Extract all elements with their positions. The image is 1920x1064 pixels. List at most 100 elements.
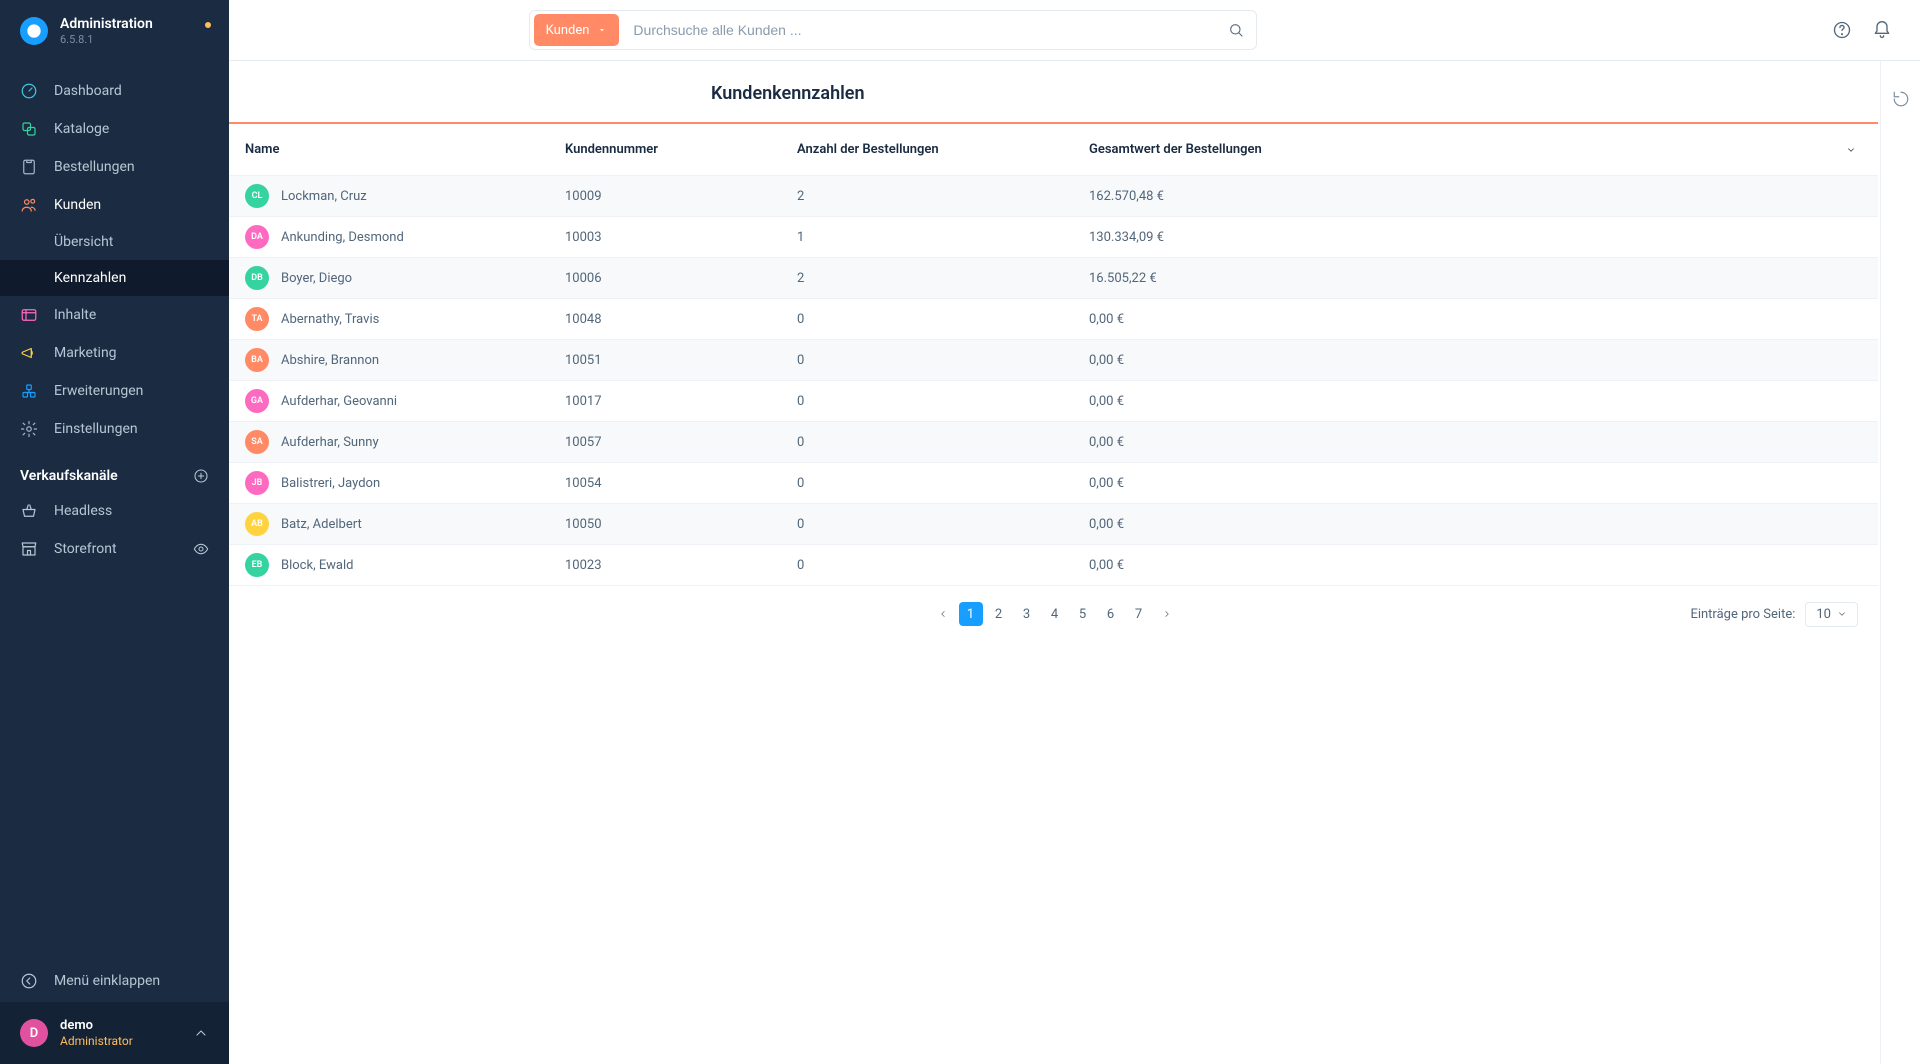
table-row[interactable]: SA Aufderhar, Sunny 10057 0 0,00 € <box>229 422 1878 463</box>
row-orders: 2 <box>781 189 1073 204</box>
col-total[interactable]: Gesamtwert der Bestellungen <box>1073 142 1878 157</box>
megaphone-icon <box>20 344 38 362</box>
row-number: 10023 <box>549 558 781 573</box>
topbar: Kunden <box>229 0 1920 61</box>
pagination-page-6[interactable]: 6 <box>1099 602 1123 626</box>
chevron-down-icon <box>1846 145 1856 155</box>
nav-item-label: Marketing <box>54 345 117 361</box>
table-row[interactable]: CLLockman, Cruz 10009 2 162.570,48 € <box>229 176 1878 217</box>
nav-item-label: Bestellungen <box>54 159 135 175</box>
pagination-page-4[interactable]: 4 <box>1043 602 1067 626</box>
row-orders: 0 <box>781 312 1073 327</box>
refresh-button[interactable] <box>1887 85 1915 113</box>
row-number: 10057 <box>549 435 781 450</box>
nav-item-kataloge[interactable]: Kataloge <box>0 110 229 148</box>
row-avatar: AB <box>245 512 269 536</box>
row-avatar: DA <box>245 225 269 249</box>
table-row[interactable]: ABBatz, Adelbert 10050 0 0,00 € <box>229 504 1878 545</box>
nav-item-marketing[interactable]: Marketing <box>0 334 229 372</box>
row-total: 0,00 € <box>1073 435 1878 450</box>
collapse-menu-button[interactable]: Menü einklappen <box>0 960 229 1002</box>
nav-item-label: Dashboard <box>54 83 122 99</box>
table-row[interactable]: DBBoyer, Diego 10006 2 16.505,22 € <box>229 258 1878 299</box>
per-page-select[interactable]: 10 <box>1805 602 1858 627</box>
row-avatar: CL <box>245 184 269 208</box>
row-name: Batz, Adelbert <box>281 517 362 532</box>
pagination: 1234567 Einträge pro Seite: 10 <box>229 586 1880 642</box>
row-name: Aufderhar, Sunny <box>281 435 379 450</box>
sidebar: Administration 6.5.8.1 Dashboard Kataloge… <box>0 0 229 1064</box>
pagination-page-2[interactable]: 2 <box>987 602 1011 626</box>
content-icon <box>20 306 38 324</box>
bell-icon <box>1872 20 1892 40</box>
app-version: 6.5.8.1 <box>60 33 153 46</box>
row-avatar: SA <box>245 430 269 454</box>
col-orders[interactable]: Anzahl der Bestellungen <box>781 142 1073 157</box>
table-row[interactable]: BAAbshire, Brannon 10051 0 0,00 € <box>229 340 1878 381</box>
row-total: 16.505,22 € <box>1073 271 1878 286</box>
user-menu[interactable]: D demo Administrator <box>0 1002 229 1064</box>
eye-icon <box>193 541 209 557</box>
col-number[interactable]: Kundennummer <box>549 142 781 157</box>
col-name[interactable]: Name <box>229 142 549 157</box>
table-row[interactable]: EBBlock, Ewald 10023 0 0,00 € <box>229 545 1878 586</box>
nav-item-einstellungen[interactable]: Einstellungen <box>0 410 229 448</box>
pagination-page-5[interactable]: 5 <box>1071 602 1095 626</box>
nav-item-erweiterungen[interactable]: Erweiterungen <box>0 372 229 410</box>
nav-item-kunden[interactable]: Kunden <box>0 186 229 224</box>
row-orders: 1 <box>781 230 1073 245</box>
right-rail <box>1880 61 1920 1064</box>
row-name: Ankunding, Desmond <box>281 230 404 245</box>
pagination-page-7[interactable]: 7 <box>1127 602 1151 626</box>
row-number: 10050 <box>549 517 781 532</box>
search-input[interactable] <box>619 22 1215 38</box>
main-nav: Dashboard Kataloge Bestellungen KundenÜbers… <box>0 60 229 960</box>
nav-item-bestellungen[interactable]: Bestellungen <box>0 148 229 186</box>
nav-item-inhalte[interactable]: Inhalte <box>0 296 229 334</box>
table-row[interactable]: GAAufderhar, Geovanni 10017 0 0,00 € <box>229 381 1878 422</box>
catalog-icon <box>20 120 38 138</box>
row-orders: 0 <box>781 558 1073 573</box>
row-orders: 0 <box>781 435 1073 450</box>
row-avatar: BA <box>245 348 269 372</box>
channels-section-header: Verkaufskanäle <box>0 448 229 492</box>
row-avatar: DB <box>245 266 269 290</box>
row-name: Block, Ewald <box>281 558 353 573</box>
help-button[interactable] <box>1828 16 1856 44</box>
channel-label: Headless <box>54 503 112 519</box>
orders-icon <box>20 158 38 176</box>
search-scope-label: Kunden <box>546 23 590 38</box>
table-row[interactable]: TAAbernathy, Travis 10048 0 0,00 € <box>229 299 1878 340</box>
search-button[interactable] <box>1216 10 1256 50</box>
row-total: 162.570,48 € <box>1073 189 1878 204</box>
nav-sub-item-übersicht[interactable]: Übersicht <box>0 224 229 260</box>
channel-item-storefront[interactable]: Storefront <box>0 530 229 568</box>
pagination-next[interactable] <box>1155 602 1179 626</box>
row-name: Lockman, Cruz <box>281 189 367 204</box>
pagination-page-3[interactable]: 3 <box>1015 602 1039 626</box>
nav-sub-item-kennzahlen[interactable]: Kennzahlen <box>0 260 229 296</box>
row-total: 0,00 € <box>1073 394 1878 409</box>
nav-item-label: Kataloge <box>54 121 109 137</box>
channel-item-headless[interactable]: Headless <box>0 492 229 530</box>
app-logo[interactable] <box>20 17 48 45</box>
collapse-menu-label: Menü einklappen <box>54 973 160 989</box>
table-row[interactable]: JBBalistreri, Jaydon 10054 0 0,00 € <box>229 463 1878 504</box>
app-title: Administration <box>60 16 153 32</box>
table-row[interactable]: DAAnkunding, Desmond 10003 1 130.334,09 … <box>229 217 1878 258</box>
row-name: Balistreri, Jaydon <box>281 476 380 491</box>
gear-icon <box>20 420 38 438</box>
user-name: demo <box>60 1018 133 1033</box>
nav-item-dashboard[interactable]: Dashboard <box>0 72 229 110</box>
add-channel-button[interactable] <box>193 468 209 484</box>
nav-item-label: Inhalte <box>54 307 96 323</box>
row-name: Aufderhar, Geovanni <box>281 394 397 409</box>
search-scope-dropdown[interactable]: Kunden <box>534 14 620 46</box>
row-orders: 0 <box>781 517 1073 532</box>
help-icon <box>1832 20 1852 40</box>
row-number: 10017 <box>549 394 781 409</box>
row-number: 10048 <box>549 312 781 327</box>
notifications-button[interactable] <box>1868 16 1896 44</box>
pagination-prev[interactable] <box>931 602 955 626</box>
pagination-page-1[interactable]: 1 <box>959 602 983 626</box>
